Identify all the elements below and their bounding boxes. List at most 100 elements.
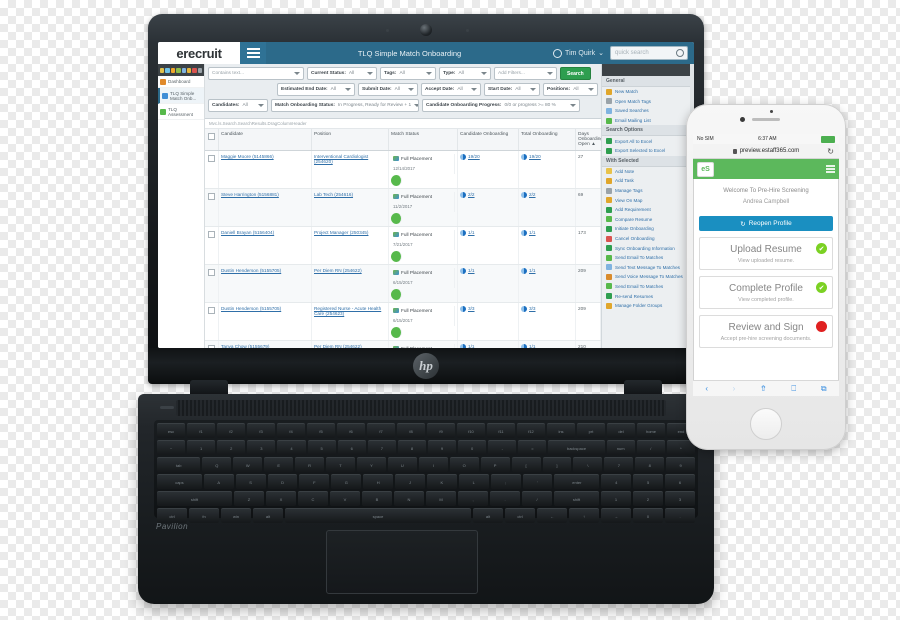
key-8[interactable]: 8 xyxy=(635,457,665,472)
key-k[interactable]: K xyxy=(426,474,457,489)
warning-icon[interactable] xyxy=(186,67,192,73)
key-e[interactable]: E xyxy=(264,457,294,472)
panel-action-send-text-message-to-matches[interactable]: Send Text Message To Matches xyxy=(602,263,694,273)
column-header-candidate-onboarding[interactable]: Candidate Onboarding xyxy=(458,129,519,150)
key-3[interactable]: 3 xyxy=(665,491,695,506)
filter-type[interactable]: Type: All xyxy=(439,67,491,80)
key-n[interactable]: N xyxy=(394,491,424,506)
filter-start-date[interactable]: Start Date: All xyxy=(484,83,540,96)
panel-action-send-email-to-matches[interactable]: Send Email To Matches xyxy=(602,282,694,292)
filter-current-status[interactable]: Current Status: All xyxy=(307,67,377,80)
task-card-upload-resume[interactable]: ✔ Upload Resume View uploaded resume. xyxy=(699,237,833,270)
panel-action-open-match-tags[interactable]: Open Match Tags xyxy=(602,97,694,107)
key-esc[interactable]: esc xyxy=(157,423,185,438)
column-header-candidate[interactable]: Candidate xyxy=(219,129,312,150)
row-checkbox[interactable] xyxy=(205,189,219,226)
key--[interactable]: → xyxy=(601,508,631,523)
key-f12[interactable]: f12 xyxy=(517,423,545,438)
key-x[interactable]: X xyxy=(266,491,296,506)
key-f11[interactable]: f11 xyxy=(487,423,515,438)
touchpad[interactable] xyxy=(326,530,478,594)
key-8[interactable]: 8 xyxy=(397,440,426,455)
total-onboarding-value[interactable]: 1/1 xyxy=(529,268,536,273)
total-onboarding-value[interactable]: 2/2 xyxy=(529,192,536,197)
row-checkbox[interactable] xyxy=(205,341,219,348)
key-ins[interactable]: ins xyxy=(547,423,575,438)
sidebar-item-tlq-simple-match-onb[interactable]: TLQ Simple Match Onb... xyxy=(158,88,204,104)
key-6[interactable]: 6 xyxy=(337,440,366,455)
candidate-onboarding-value[interactable]: 3/3 xyxy=(468,306,475,311)
position-link[interactable]: Interventional Cardiologist (254620) xyxy=(314,154,386,164)
filter-submit-date[interactable]: Submit Date: All xyxy=(358,83,418,96)
key-0[interactable]: 0 xyxy=(458,440,487,455)
key--[interactable]: ← xyxy=(537,508,567,523)
position-link[interactable]: Lab Tech (254616) xyxy=(314,192,386,197)
filter-candidates[interactable]: Candidates: All xyxy=(208,99,268,112)
key-ctrl[interactable]: ctrl xyxy=(505,508,535,523)
key-v[interactable]: V xyxy=(330,491,360,506)
candidate-onboarding-value[interactable]: 2/2 xyxy=(468,192,475,197)
row-checkbox[interactable] xyxy=(205,151,219,188)
key-m[interactable]: M xyxy=(426,491,456,506)
key-q[interactable]: Q xyxy=(202,457,232,472)
panel-action-cancel-onboarding[interactable]: Cancel Onboarding xyxy=(602,234,694,244)
table-row[interactable]: Steve Harrington (5156881) Lab Tech (2546… xyxy=(205,189,601,227)
key-del[interactable]: del xyxy=(607,423,635,438)
position-link[interactable]: Registered Nurse - Acute Health Care (25… xyxy=(314,306,386,316)
panel-action-re-send-resumes[interactable]: Re-send Resumes xyxy=(602,291,694,301)
key-f1[interactable]: f1 xyxy=(187,423,215,438)
key-0[interactable]: 0 xyxy=(633,508,663,523)
key-t[interactable]: T xyxy=(326,457,355,472)
total-onboarding-value[interactable]: 3/3 xyxy=(529,306,536,311)
key-enter[interactable]: enter xyxy=(554,474,600,489)
key-backspace[interactable]: backspace xyxy=(548,440,605,455)
column-header-match-status[interactable]: Match Status xyxy=(389,129,458,150)
alert-icon[interactable] xyxy=(192,67,197,73)
position-link[interactable]: Per Diem RN (254622) xyxy=(314,268,386,273)
share-icon[interactable]: ⇮ xyxy=(760,384,767,393)
reload-icon[interactable]: ↻ xyxy=(827,147,834,156)
key-b[interactable]: B xyxy=(362,491,392,506)
key-5[interactable]: 5 xyxy=(633,474,664,489)
key-tab[interactable]: tab xyxy=(157,457,201,472)
key-7[interactable]: 7 xyxy=(604,457,634,472)
key-z[interactable]: Z xyxy=(234,491,264,506)
key-y[interactable]: Y xyxy=(356,457,386,472)
key-f6[interactable]: f6 xyxy=(337,423,365,438)
task-card-complete-profile[interactable]: ✔ Complete Profile View completed profile. xyxy=(699,276,833,309)
candidate-link[interactable]: Maggie Moore (5145866) xyxy=(221,154,274,159)
key-f4[interactable]: f4 xyxy=(277,423,305,438)
key-1[interactable]: 1 xyxy=(601,491,631,506)
row-checkbox[interactable] xyxy=(205,227,219,264)
forward-icon[interactable]: › xyxy=(733,384,736,393)
key-2[interactable]: 2 xyxy=(217,440,246,455)
panel-action-send-email-to-matches[interactable]: Send Email To Matches xyxy=(602,253,694,263)
candidate-link[interactable]: Daniell Brayan (5156404) xyxy=(221,230,274,235)
key-l[interactable]: L xyxy=(458,474,489,489)
key--[interactable]: / xyxy=(636,440,665,455)
panel-action-add-note[interactable]: Add Note xyxy=(602,167,694,177)
key--[interactable]: ↑ xyxy=(569,508,599,523)
filter-add-filters[interactable]: Add Filters... xyxy=(494,67,557,80)
search-button[interactable]: Search xyxy=(560,67,591,80)
sidebar-item-dashboard[interactable]: Dashboard xyxy=(158,76,204,88)
filter-estimated-end-date[interactable]: Estimated End Date: All xyxy=(277,83,355,96)
filter-positions[interactable]: Positions: All xyxy=(543,83,598,96)
column-header-position[interactable]: Position xyxy=(312,129,389,150)
key-alt[interactable]: alt xyxy=(473,508,503,523)
key--[interactable]: . xyxy=(665,508,695,523)
hamburger-icon[interactable] xyxy=(240,42,266,64)
table-row[interactable]: Maggie Moore (5145866) Interventional Car… xyxy=(205,151,601,189)
table-row[interactable]: Tanya Chow (5155679) Per Diem RN (254622)… xyxy=(205,341,601,348)
back-icon[interactable]: ‹ xyxy=(705,384,708,393)
table-row[interactable]: Daniell Brayan (5156404) Project Manager … xyxy=(205,227,601,265)
panel-action-new-match[interactable]: New Match xyxy=(602,87,694,97)
key--[interactable]: , xyxy=(458,491,488,506)
key-f10[interactable]: f10 xyxy=(457,423,485,438)
key-p[interactable]: P xyxy=(480,457,510,472)
panel-action-compare-resume[interactable]: Compare Resume xyxy=(602,215,694,225)
row-checkbox[interactable] xyxy=(205,265,219,302)
key-7[interactable]: 7 xyxy=(367,440,396,455)
key-9[interactable]: 9 xyxy=(666,457,696,472)
key--[interactable]: . xyxy=(490,491,520,506)
